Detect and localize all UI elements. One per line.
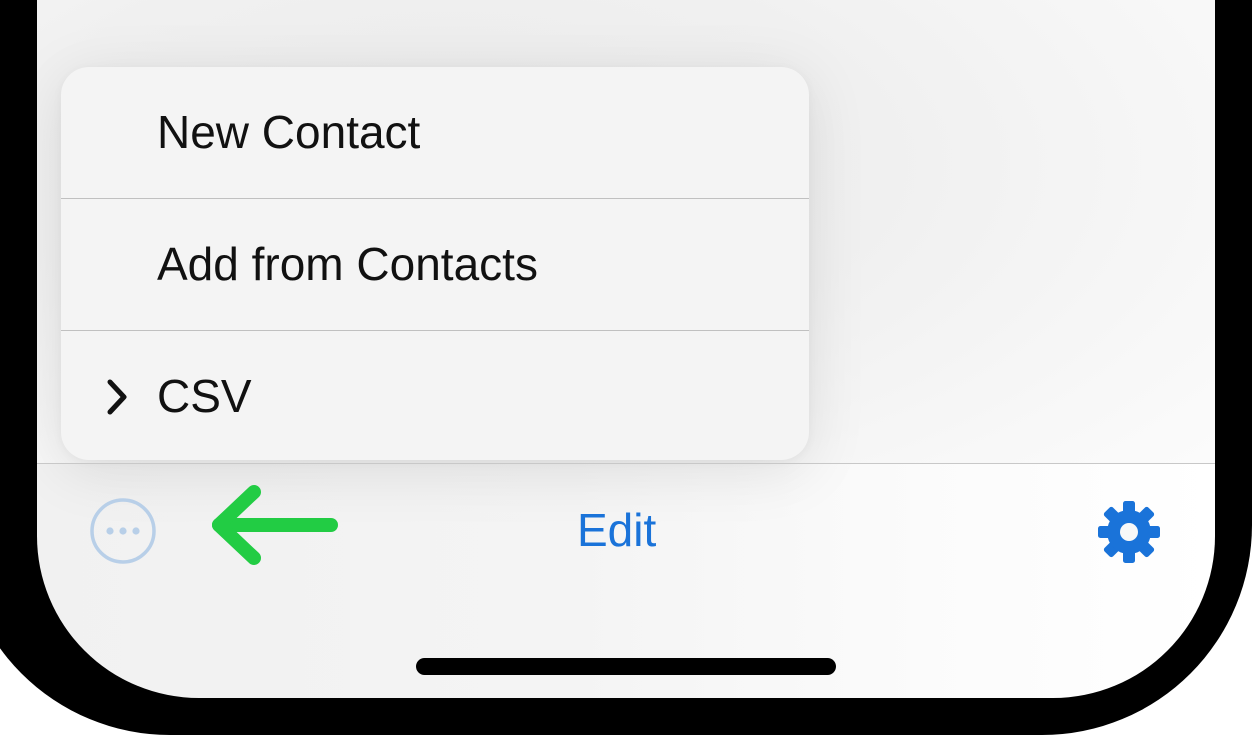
toolbar-divider — [37, 463, 1215, 464]
menu-item-label: CSV — [157, 370, 252, 422]
menu-item-add-from-contacts[interactable]: Add from Contacts — [61, 199, 809, 330]
ellipsis-circle-icon[interactable] — [89, 497, 157, 565]
menu-item-new-contact[interactable]: New Contact — [61, 67, 809, 198]
menu-item-label: Add from Contacts — [157, 238, 538, 290]
home-indicator — [416, 658, 836, 675]
chevron-right-icon — [107, 379, 127, 415]
phone-screen: New Contact Add from Contacts CSV Edit — [37, 0, 1215, 698]
menu-item-label: New Contact — [157, 106, 421, 158]
context-menu: New Contact Add from Contacts CSV — [61, 67, 809, 460]
edit-button[interactable]: Edit — [577, 500, 656, 560]
left-arrow-icon — [212, 485, 338, 565]
gear-icon[interactable] — [1096, 499, 1162, 565]
menu-item-csv[interactable]: CSV — [61, 331, 809, 460]
